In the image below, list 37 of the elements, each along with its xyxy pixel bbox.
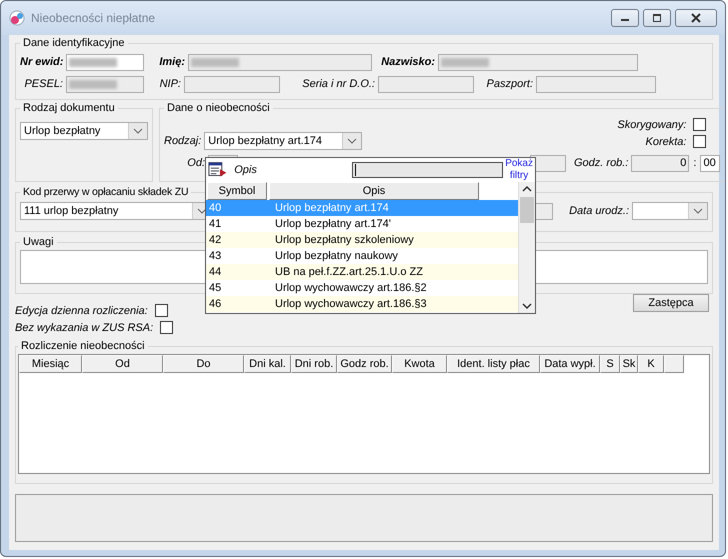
symbol-cell-text: 43 xyxy=(208,249,222,264)
field-label: Od: xyxy=(186,157,206,169)
search-label: Opis xyxy=(234,164,258,176)
group-title: Dane identyfikacyjne xyxy=(22,37,126,49)
checkbox-label: Skorygowany: xyxy=(617,118,688,130)
symbol-cell-text: 45 xyxy=(208,281,222,296)
field-label: PESEL: xyxy=(23,78,64,90)
checkbox-label: Edycja dzienna rozliczenia: xyxy=(15,304,149,316)
field-label: NIP: xyxy=(158,78,182,90)
group-title: Rozliczenie nieobecności xyxy=(20,340,146,352)
symbol-cell-text: 41 xyxy=(208,217,222,232)
field-label: Godz. rob.: xyxy=(574,157,630,169)
group-title: Dane o nieobecności xyxy=(166,102,271,114)
field-label: Nazwisko: xyxy=(380,56,436,68)
description-cell-text: Urlop bezpłatny art.174' xyxy=(275,217,391,232)
description-cell-text: UB na peł.f.ZZ.art.25.1.U.o ZZ xyxy=(275,265,423,280)
field-label: Imię: xyxy=(158,56,186,68)
time-separator: : xyxy=(692,157,698,169)
symbol-cell-text: 46 xyxy=(208,297,222,312)
description-cell-text: Urlop wychowawczy art.186.§3 xyxy=(275,297,427,312)
symbol-cell-text: 42 xyxy=(208,233,222,248)
field-label: Paszport: xyxy=(486,78,534,90)
field-label: Nr ewid: xyxy=(20,56,64,68)
group-title: Uwagi xyxy=(22,236,55,248)
checkbox-label: Korekta: xyxy=(646,136,688,148)
group-title: Rodzaj dokumentu xyxy=(22,102,116,114)
description-cell-text: Urlop bezpłatny art.174 xyxy=(275,201,389,216)
field-label: Data urodz.: xyxy=(569,205,630,217)
description-cell-text: Urlop bezpłatny naukowy xyxy=(275,249,398,264)
window-title: Nieobecności niepłatne xyxy=(31,11,156,25)
group-title: Kod przerwy w opłacaniu składek ZU xyxy=(22,186,190,198)
checkbox-label: Bez wykazania w ZUS RSA: xyxy=(15,322,154,334)
field-label: Rodzaj: xyxy=(164,135,202,147)
field-label: Seria i nr D.O.: xyxy=(301,78,376,90)
description-cell-text: Urlop wychowawczy art.186.§2 xyxy=(275,281,427,296)
description-cell-text: Urlop bezpłatny szkoleniowy xyxy=(275,233,414,248)
symbol-cell-text: 44 xyxy=(208,265,222,280)
